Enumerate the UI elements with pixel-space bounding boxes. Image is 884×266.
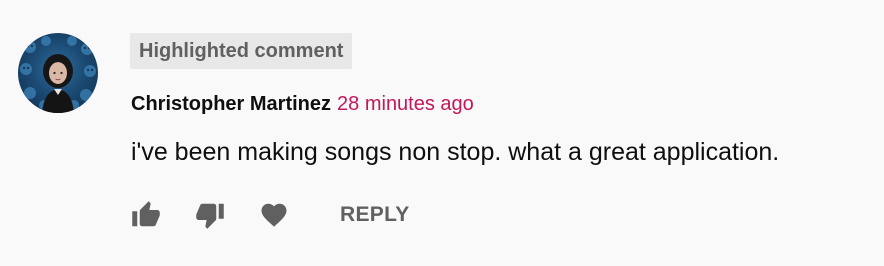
thumbs-down-icon <box>196 203 224 229</box>
avatar[interactable] <box>18 33 98 113</box>
heart-button[interactable] <box>256 197 292 233</box>
comment-actions: REPLY <box>128 196 410 234</box>
thumbs-up-icon <box>132 201 160 227</box>
like-button[interactable] <box>128 197 164 233</box>
comment-header: Christopher Martinez 28 minutes ago <box>131 88 474 120</box>
heart-icon <box>261 203 287 227</box>
author-name[interactable]: Christopher Martinez <box>131 93 331 115</box>
comment-card: Highlighted comment Christopher Martinez… <box>0 0 884 266</box>
comment-text: i've been making songs non stop. what a … <box>131 138 780 166</box>
comment-timestamp[interactable]: 28 minutes ago <box>337 93 474 115</box>
reply-button[interactable]: REPLY <box>340 196 410 234</box>
avatar-image <box>20 36 96 113</box>
dislike-button[interactable] <box>192 197 228 233</box>
highlighted-comment-badge: Highlighted comment <box>130 33 353 69</box>
